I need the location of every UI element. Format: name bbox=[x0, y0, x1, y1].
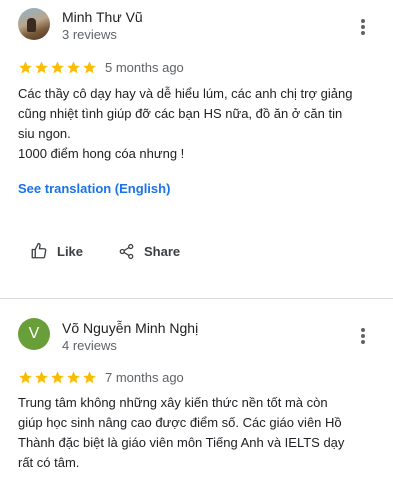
reviewer-name[interactable]: Võ Nguyễn Minh Nghị bbox=[62, 320, 198, 336]
review-time: 7 months ago bbox=[105, 370, 184, 385]
star-rating bbox=[18, 60, 97, 76]
more-vert-icon bbox=[355, 19, 371, 35]
star-icon bbox=[19, 371, 32, 384]
like-label: Like bbox=[57, 243, 84, 259]
review-text-line: Trung tâm không những xây kiến thức nền … bbox=[18, 395, 328, 410]
star-icon bbox=[19, 61, 32, 74]
review-text: Các thầy cô dạy hay và dễ hiểu lúm, các … bbox=[18, 84, 380, 164]
review-text-line: Các thầy cô dạy hay và dễ hiểu lúm, các … bbox=[18, 86, 353, 101]
more-options-button[interactable] bbox=[355, 17, 371, 39]
star-icon bbox=[67, 371, 80, 384]
reviewer-avatar[interactable]: V bbox=[18, 318, 50, 350]
star-icon bbox=[51, 371, 64, 384]
star-rating bbox=[18, 370, 97, 386]
review-text-line: cũng nhiệt tình giúp đỡ các bạn HS nữa, … bbox=[18, 106, 343, 121]
reviewer-review-count: 3 reviews bbox=[62, 27, 117, 42]
share-label: Share bbox=[144, 243, 181, 259]
star-icon bbox=[83, 61, 96, 74]
more-vert-icon bbox=[355, 328, 371, 344]
star-icon bbox=[67, 61, 80, 74]
star-icon bbox=[51, 61, 64, 74]
review-text-line: siu ngon. bbox=[18, 126, 71, 141]
review-card: V Võ Nguyễn Minh Nghị 4 reviews 7 months… bbox=[0, 299, 393, 485]
reviewer-name[interactable]: Minh Thư Vũ bbox=[62, 9, 143, 25]
share-icon bbox=[119, 243, 134, 259]
review-text-line: 1000 điểm hong cóa nhưng ! bbox=[18, 146, 185, 161]
reviewer-avatar[interactable] bbox=[18, 8, 50, 40]
like-button[interactable]: Like bbox=[30, 240, 83, 262]
review-card: Minh Thư Vũ 3 reviews 5 months ago Các t… bbox=[0, 0, 393, 298]
review-text: Trung tâm không những xây kiến thức nền … bbox=[18, 393, 380, 473]
star-icon bbox=[35, 371, 48, 384]
review-text-line: giúp học sinh nâng cao được điểm số. Các… bbox=[18, 415, 342, 430]
thumb-up-icon bbox=[31, 242, 47, 259]
more-options-button[interactable] bbox=[355, 326, 371, 348]
star-icon bbox=[35, 61, 48, 74]
see-translation-link[interactable]: See translation (English) bbox=[18, 181, 170, 196]
review-text-line: rất có tâm. bbox=[18, 455, 80, 470]
star-icon bbox=[83, 371, 96, 384]
share-button[interactable]: Share bbox=[118, 240, 180, 262]
reviewer-review-count: 4 reviews bbox=[62, 338, 117, 353]
review-text-line: Thành đặc biệt là giáo viên môn Tiếng An… bbox=[18, 435, 345, 450]
review-time: 5 months ago bbox=[105, 60, 184, 75]
